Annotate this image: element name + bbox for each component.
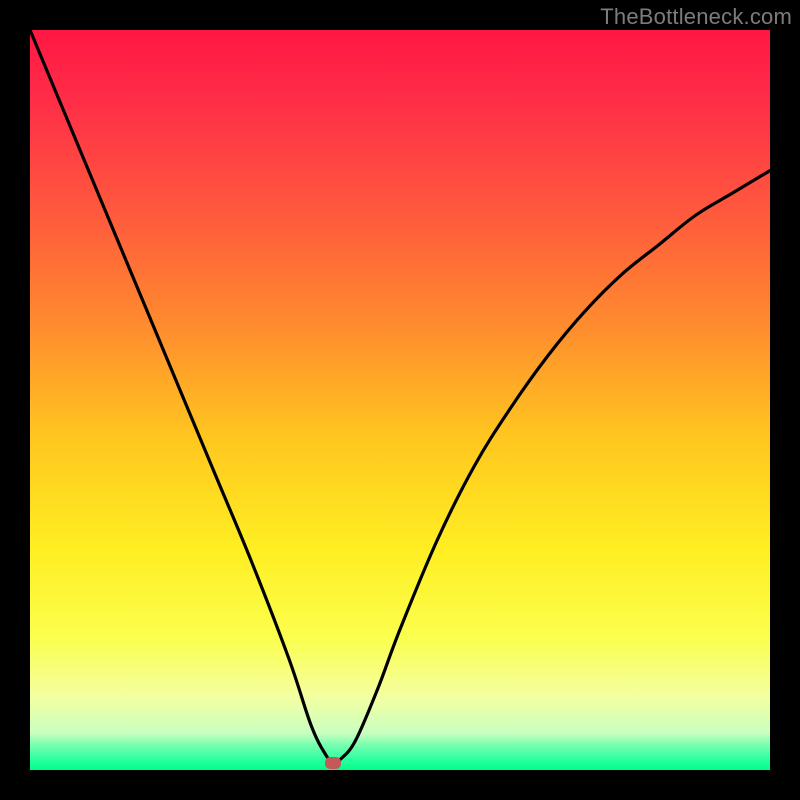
plot-area xyxy=(30,30,770,770)
minimum-marker xyxy=(325,757,341,769)
chart-frame: TheBottleneck.com xyxy=(0,0,800,800)
watermark-text: TheBottleneck.com xyxy=(600,4,792,30)
bottleneck-curve xyxy=(30,30,770,770)
